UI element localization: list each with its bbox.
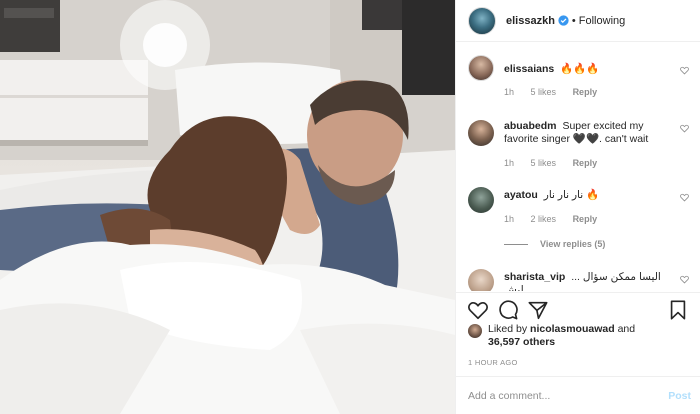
comment-input[interactable] (468, 389, 648, 402)
author-username[interactable]: elissazkh (506, 15, 555, 27)
heart-small-icon[interactable] (680, 124, 689, 133)
comment-text-block: abuabedm Super excited my favorite singe… (504, 120, 676, 146)
comment-likes[interactable]: 2 likes (531, 214, 557, 224)
view-replies-button[interactable]: View replies (5) (504, 239, 605, 249)
comment-username[interactable]: elissaians (504, 63, 554, 75)
comment-text-block: sharista_vip اليسا ممكن سؤال ... ليش (504, 271, 676, 291)
likes-joiner: and (617, 323, 636, 335)
comment-text-block: ayatou نار نار نار 🔥 (504, 189, 676, 202)
instagram-post: elissazkh • Following elissaians 🔥🔥🔥 1h … (0, 0, 700, 414)
comments-list[interactable]: elissaians 🔥🔥🔥 1h 5 likes Reply abuabedm (456, 43, 700, 291)
likes-prefix: Liked by (488, 323, 528, 335)
post-comment-button[interactable]: Post (668, 390, 691, 402)
comment-meta: 1h 2 likes Reply (504, 214, 611, 224)
comment-likes[interactable]: 5 likes (531, 87, 557, 97)
comment-text: 🔥🔥🔥 (560, 63, 600, 75)
post-photo[interactable] (0, 0, 455, 414)
header-separator: • (571, 14, 576, 27)
replies-divider-line (504, 244, 528, 246)
commenter-avatar[interactable] (468, 269, 494, 291)
post-timestamp[interactable]: 1 HOUR AGO (468, 358, 518, 367)
post-side-panel: elissazkh • Following elissaians 🔥🔥🔥 1h … (455, 0, 700, 414)
heart-small-icon[interactable] (680, 193, 689, 202)
verified-badge-icon (558, 15, 569, 26)
liker-username[interactable]: nicolasmouawad (530, 323, 615, 335)
comment-username[interactable]: abuabedm (504, 120, 557, 132)
photo-illustration (0, 0, 455, 414)
reply-button[interactable]: Reply (573, 214, 598, 224)
heart-small-icon[interactable] (680, 66, 689, 75)
comment-text: نار نار نار 🔥 (543, 189, 600, 201)
commenter-avatar[interactable] (468, 120, 494, 146)
likes-summary: Liked by nicolasmouawad and 36,597 other… (468, 323, 693, 349)
commenter-avatar[interactable] (468, 55, 494, 81)
post-header: elissazkh • Following (456, 0, 700, 42)
commenter-avatar[interactable] (468, 187, 494, 213)
add-comment-bar: Post (456, 376, 700, 414)
comment-time: 1h (504, 87, 515, 97)
bookmark-icon[interactable] (667, 299, 689, 321)
likes-text: Liked by nicolasmouawad and 36,597 other… (488, 323, 658, 349)
author-avatar[interactable] (468, 6, 496, 35)
comment-time: 1h (504, 214, 515, 224)
comment-username[interactable]: sharista_vip (504, 271, 565, 283)
heart-icon[interactable] (467, 299, 489, 321)
share-icon[interactable] (527, 299, 549, 321)
reply-button[interactable]: Reply (573, 87, 598, 97)
comment-time: 1h (504, 158, 515, 168)
liker-avatar[interactable] (468, 324, 482, 338)
view-replies-label: View replies (5) (540, 239, 606, 249)
reply-button[interactable]: Reply (573, 158, 598, 168)
comment-text-block: elissaians 🔥🔥🔥 (504, 63, 676, 76)
comment-meta: 1h 5 likes Reply (504, 158, 611, 168)
comment-username[interactable]: ayatou (504, 189, 538, 201)
comment-meta: 1h 5 likes Reply (504, 87, 611, 97)
heart-small-icon[interactable] (680, 275, 689, 284)
likes-others-count[interactable]: 36,597 others (488, 336, 555, 348)
comment-likes[interactable]: 5 likes (531, 158, 557, 168)
comment-icon[interactable] (497, 299, 519, 321)
following-button[interactable]: Following (579, 15, 625, 27)
